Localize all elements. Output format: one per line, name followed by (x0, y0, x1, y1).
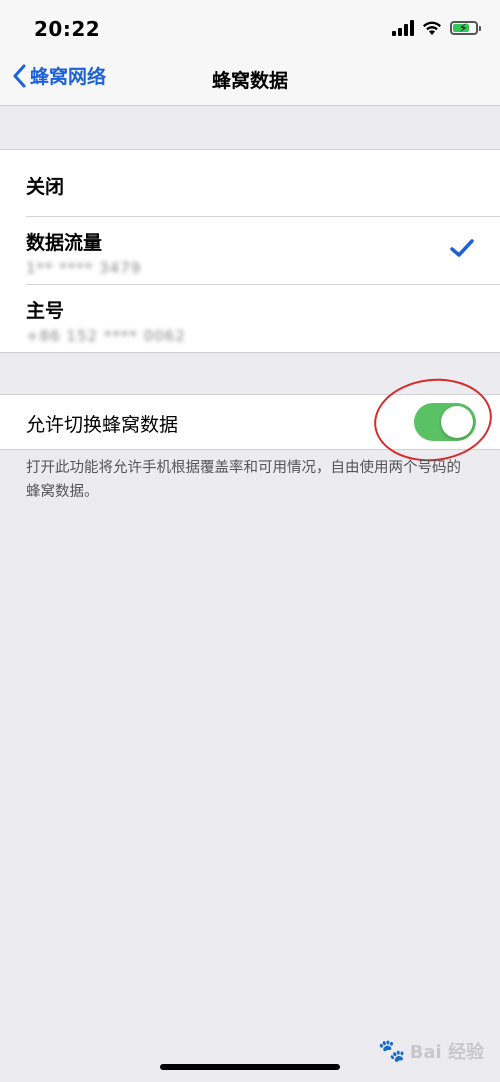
line-option-primary[interactable]: 主号 +86 152 **** 0062 (0, 284, 500, 352)
wifi-icon (423, 21, 441, 35)
cellular-signal-icon (392, 20, 414, 36)
watermark: 🐾 Bai 经验 (378, 1038, 484, 1064)
switch-footnote: 打开此功能将允许手机根据覆盖率和可用情况，自由使用两个号码的蜂窝数据。 (26, 460, 461, 500)
paw-icon: 🐾 (378, 1038, 406, 1064)
line-option-number: +86 152 **** 0062 (26, 327, 186, 345)
battery-charging-icon: ⚡ (450, 21, 481, 35)
watermark-text: Bai 经验 (409, 1042, 484, 1063)
line-option-title: 主号 (26, 300, 65, 322)
line-option-data[interactable]: 数据流量 1** **** 3479 (0, 216, 500, 284)
line-option-title: 关闭 (26, 176, 65, 198)
home-indicator[interactable] (160, 1064, 340, 1070)
status-time: 20:22 (34, 17, 101, 41)
line-option-title: 数据流量 (26, 232, 103, 254)
allow-switch-row: 允许切换蜂窝数据 (0, 373, 500, 467)
status-icons: ⚡ (392, 20, 481, 36)
allow-switch-toggle[interactable] (414, 403, 476, 441)
line-option-off[interactable]: 关闭 (0, 150, 500, 216)
switch-group: 允许切换蜂窝数据 (0, 373, 500, 467)
page-title: 蜂窝数据 (211, 70, 288, 92)
line-selection-group: 关闭 数据流量 1** **** 3479 主号 +86 152 **** 00… (0, 149, 500, 353)
line-option-number: 1** **** 3479 (26, 259, 142, 277)
toggle-knob (441, 406, 473, 438)
checkmark-icon (450, 239, 474, 257)
header: 20:22 ⚡ 蜂窝网络 蜂窝数据 (0, 0, 500, 106)
screen: 20:22 ⚡ 蜂窝网络 蜂窝数据 关闭 数据流量 1** **** 3479 … (0, 0, 500, 1082)
